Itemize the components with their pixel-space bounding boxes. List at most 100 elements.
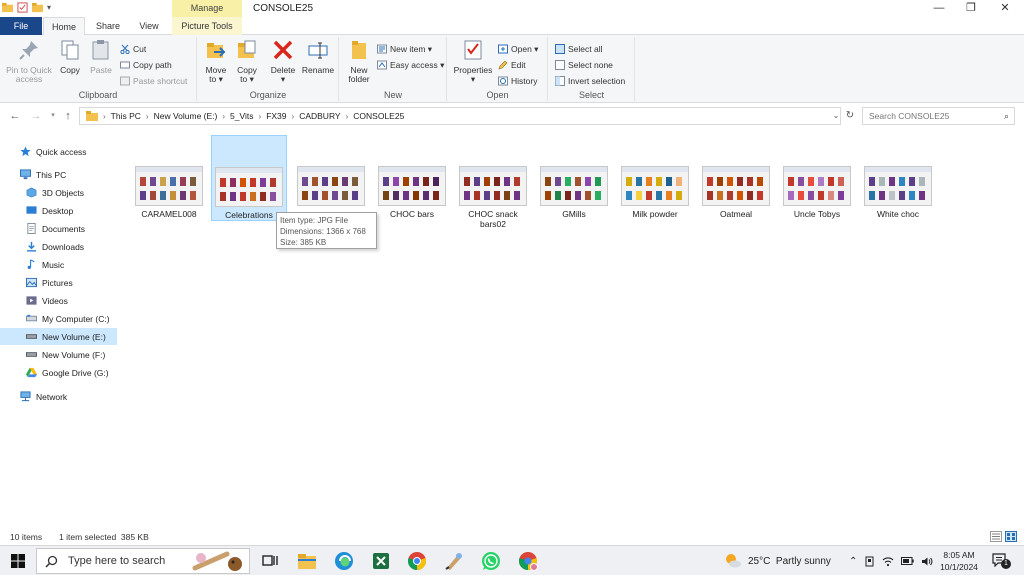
show-hidden-icons-chevron-icon[interactable]: ⌃ <box>849 556 857 567</box>
nav-item-pictures[interactable]: Pictures <box>0 274 117 291</box>
nav-item-my-computer-c[interactable]: My Computer (C:) <box>0 310 117 327</box>
weather-widget[interactable]: 25°C Partly sunny <box>724 546 831 575</box>
whatsapp-icon[interactable] <box>480 550 502 572</box>
task-view-icon[interactable] <box>259 550 281 572</box>
image-thumbnail <box>702 166 770 206</box>
file-item-white-choc[interactable]: White choc <box>860 135 936 221</box>
up-arrow-icon[interactable]: ↑ <box>61 109 75 123</box>
breadcrumb-console25[interactable]: CONSOLE25 <box>353 111 404 121</box>
close-button[interactable]: ✕ <box>990 1 1020 15</box>
copy-to-button[interactable]: Copy to ▾ <box>232 39 262 84</box>
chrome-icon[interactable] <box>406 550 428 572</box>
windows-start-icon[interactable] <box>11 554 25 568</box>
copy-path-button[interactable]: Copy path <box>120 58 172 72</box>
title-bar: ▾ Manage CONSOLE25 — ❐ ✕ <box>0 0 1024 17</box>
delete-button[interactable]: Delete ▾ <box>268 39 298 84</box>
paste-shortcut-button[interactable]: Paste shortcut <box>120 74 187 88</box>
properties-icon[interactable] <box>17 2 28 13</box>
nav-item-quick-access[interactable]: Quick access <box>0 143 117 160</box>
file-item-oatmeal[interactable]: Oatmeal <box>698 135 774 221</box>
maximize-button[interactable]: ❐ <box>956 1 986 15</box>
breadcrumb-cadbury[interactable]: CADBURY <box>299 111 340 121</box>
easy-access-button[interactable]: Easy access ▾ <box>377 58 444 72</box>
details-view-icon[interactable] <box>990 531 1002 542</box>
edge-browser-icon[interactable] <box>333 550 355 572</box>
properties-button[interactable]: Properties ▾ <box>451 39 495 84</box>
nav-item-downloads[interactable]: Downloads <box>0 238 117 255</box>
wifi-icon[interactable] <box>882 556 894 567</box>
tab-view[interactable]: View <box>131 17 167 35</box>
nav-item-desktop[interactable]: Desktop <box>0 202 117 219</box>
paste-button[interactable]: Paste <box>87 39 115 75</box>
edit-button[interactable]: Edit <box>498 58 526 72</box>
breadcrumb-new-volume-e[interactable]: New Volume (E:) <box>154 111 218 121</box>
open-button[interactable]: Open ▾ <box>498 42 538 56</box>
tab-picture-tools[interactable]: Picture Tools <box>172 17 242 35</box>
google-drive-icon <box>26 367 37 378</box>
tab-home[interactable]: Home <box>43 17 85 36</box>
nav-item-music[interactable]: Music <box>0 256 117 273</box>
clock-time: 8:05 AM <box>943 550 975 560</box>
select-none-button[interactable]: Select none <box>555 58 613 72</box>
nav-item-new-volume-e[interactable]: New Volume (E:) <box>0 328 117 345</box>
taskbar-search-input[interactable]: Type here to search <box>36 548 250 574</box>
invert-selection-button[interactable]: Invert selection <box>555 74 625 88</box>
new-folder-button[interactable]: New folder <box>343 39 375 84</box>
file-item-hidden-name[interactable] <box>293 135 369 221</box>
nav-item-videos[interactable]: Videos <box>0 292 117 309</box>
file-name-line-1: CHOC snack <box>468 209 518 219</box>
new-folder-icon[interactable] <box>32 2 43 13</box>
rename-button[interactable]: Rename <box>301 39 335 75</box>
minimize-button[interactable]: — <box>924 1 954 15</box>
recent-locations-chevron-icon[interactable]: ▾ <box>46 109 60 123</box>
move-to-button[interactable]: Move to ▾ <box>201 39 231 84</box>
pin-to-quick-access-button[interactable]: Pin to Quick access <box>3 39 55 84</box>
address-dropdown-chevron-icon[interactable]: ⌄ <box>829 109 843 123</box>
breadcrumb-this-pc[interactable]: This PC <box>111 111 141 121</box>
nav-item-google-drive-g[interactable]: Google Drive (G:) <box>0 364 117 381</box>
breadcrumb-5-vits[interactable]: 5_Vits <box>230 111 253 121</box>
breadcrumb-fx39[interactable]: FX39 <box>266 111 286 121</box>
file-explorer-icon[interactable] <box>296 550 318 572</box>
file-item-gmills[interactable]: GMills <box>536 135 612 221</box>
customize-qat-chevron-icon[interactable]: ▾ <box>47 3 51 12</box>
search-input[interactable]: Search CONSOLE25 ⌕ <box>862 107 1015 125</box>
manage-tab[interactable]: Manage <box>172 0 242 17</box>
tab-share[interactable]: Share <box>90 17 126 35</box>
excel-icon[interactable] <box>370 550 392 572</box>
refresh-icon[interactable]: ↻ <box>843 109 857 123</box>
nav-item-new-volume-f[interactable]: New Volume (F:) <box>0 346 117 363</box>
battery-icon[interactable] <box>901 556 915 566</box>
address-bar[interactable]: › This PC › New Volume (E:) › 5_Vits › F… <box>79 107 841 125</box>
notifications-button[interactable]: 1 <box>992 553 1011 569</box>
taskbar-search-placeholder: Type here to search <box>68 555 166 567</box>
back-arrow-icon[interactable]: ← <box>8 109 22 123</box>
large-icons-view-icon[interactable] <box>1005 531 1017 542</box>
nav-item-this-pc[interactable]: This PC <box>0 166 117 183</box>
history-button[interactable]: History <box>498 74 537 88</box>
file-item-milk-powder[interactable]: Milk powder <box>617 135 693 221</box>
select-all-icon <box>555 44 565 54</box>
new-item-button[interactable]: New item ▾ <box>377 42 432 56</box>
copy-button[interactable]: Copy <box>56 39 84 75</box>
cut-button[interactable]: Cut <box>120 42 146 56</box>
select-all-button[interactable]: Select all <box>555 42 603 56</box>
file-item-uncle-tobys[interactable]: Uncle Tobys <box>779 135 855 221</box>
file-item-caramel008[interactable]: CARAMEL008 <box>131 135 207 221</box>
clipboard-group-label: Clipboard <box>78 90 118 100</box>
tab-file[interactable]: File <box>0 17 42 35</box>
chrome-profile-icon[interactable] <box>517 550 539 572</box>
paint-app-icon[interactable] <box>443 550 465 572</box>
paste-icon <box>92 40 109 60</box>
file-item-celebrations[interactable]: Celebrations <box>211 135 287 221</box>
clock[interactable]: 8:05 AM 10/1/2024 <box>932 549 986 573</box>
nav-item-documents[interactable]: Documents <box>0 220 117 237</box>
nav-item-network[interactable]: Network <box>0 388 117 405</box>
file-item-choc-bars[interactable]: CHOC bars <box>374 135 450 221</box>
forward-arrow-icon[interactable]: → <box>29 109 43 123</box>
nav-item-3d-objects[interactable]: 3D Objects <box>0 184 117 201</box>
file-item-choc-snack-bars02[interactable]: CHOC snack bars02 <box>455 135 531 229</box>
usb-device-icon[interactable] <box>864 556 875 567</box>
file-name: Oatmeal <box>719 209 753 219</box>
quick-access-toolbar: ▾ <box>2 2 51 13</box>
